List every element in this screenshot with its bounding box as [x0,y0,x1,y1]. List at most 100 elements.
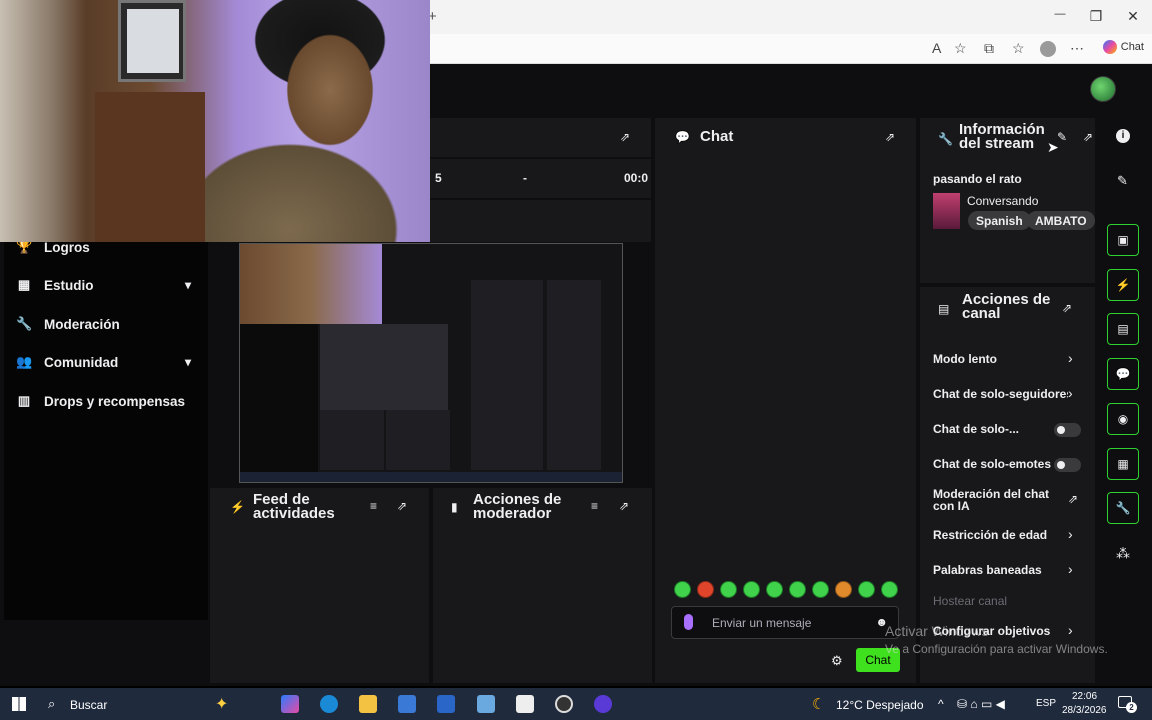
action-banned-words[interactable]: Palabras baneadas [933,563,1042,577]
tray-icons[interactable]: ⛁ ⌂ ▭ ◀ [957,697,1005,711]
studio-icon: ▦ [17,277,31,292]
action-slow-mode[interactable]: Modo lento [933,352,997,366]
app2-icon[interactable] [594,695,612,713]
wrench-icon: 🔧 [16,316,33,331]
tag-spanish[interactable]: Spanish [968,211,1031,230]
subs-only-toggle[interactable] [1054,423,1081,437]
emote-icon[interactable] [743,581,760,598]
emote-icon[interactable] [812,581,829,598]
background-dresser [95,92,205,242]
profile-icon[interactable] [1040,41,1056,57]
chat-bubble-icon: 💬 [675,130,690,144]
emote-icon[interactable] [720,581,737,598]
clock-date[interactable]: 28/3/2026 [1062,705,1107,716]
chevron-right-icon[interactable]: › [1068,561,1073,577]
rail-broadcast-icon[interactable]: ◉ [1107,403,1139,435]
community-icon: 👥 [16,354,33,369]
chevron-down-icon: ▾ [184,278,191,292]
rail-channel-icon[interactable]: ▦ [1107,448,1139,480]
sidebar-item-estudio[interactable]: ▦ Estudio ▾ [16,277,191,293]
popout-icon[interactable]: ⇗ [1062,301,1072,315]
app-icon[interactable] [477,695,495,713]
action-emotes-only[interactable]: Chat de solo-emotes [933,457,1051,471]
rail-bolt-icon[interactable]: ⚡ [1107,269,1139,301]
stream-preview[interactable] [239,243,623,483]
action-host-channel[interactable]: Hostear canal [933,594,1007,608]
filter-icon[interactable]: ≡ [591,499,598,513]
action-followers-only[interactable]: Chat de solo-seguidores [933,387,1068,401]
popout-icon[interactable]: ⇗ [620,130,630,144]
rail-notes-icon[interactable]: ▤ [1107,313,1139,345]
emote-icon[interactable] [858,581,875,598]
chevron-right-icon[interactable]: › [1068,526,1073,542]
stream-info-title: Información del stream [959,121,1045,152]
action-ai-moderation[interactable]: Moderación del chat con IA [933,488,1053,512]
copilot-button[interactable]: Chat [1102,40,1144,54]
emote-icon[interactable] [697,581,714,598]
search-icon[interactable]: ⌕ [48,696,55,712]
emote-icon[interactable] [789,581,806,598]
external-link-icon[interactable]: ⇗ [1068,492,1078,506]
action-subs-only[interactable]: Chat de solo-... [933,422,1019,436]
chevron-right-icon[interactable]: › [1068,622,1073,638]
file-explorer-icon[interactable] [359,695,377,713]
outlook-icon[interactable] [437,695,455,713]
popout-icon[interactable]: ⇗ [619,499,629,513]
language-indicator[interactable]: ESP [1036,698,1056,709]
pencil-icon[interactable]: ✎ [1117,173,1128,189]
extensions-icon[interactable]: ⧉ [984,40,994,57]
rail-chat-icon[interactable]: 💬 [1107,358,1139,390]
maximize-button[interactable]: ❐ [1086,8,1106,25]
chat-input[interactable]: Enviar un mensaje ☻ [671,606,899,639]
stream-info-panel: 🔧 Información del stream ✎ ⇗ pasando el … [920,118,1095,283]
sidebar-item-comunidad[interactable]: 👥 Comunidad ▾ [16,354,191,370]
minimize-button[interactable]: — [1050,8,1070,20]
tag-ambato[interactable]: AMBATO [1027,211,1095,230]
action-age-restriction[interactable]: Restricción de edad [933,528,1047,542]
rail-wrench-icon[interactable]: 🔧 [1107,492,1139,524]
chat-input-placeholder: Enviar un mensaje [712,616,812,630]
emote-icon[interactable] [674,581,691,598]
sidebar-item-label: Estudio [44,277,94,293]
more-menu-icon[interactable]: ⋯ [1070,40,1084,57]
favorites-icon[interactable]: ☆ [1012,40,1025,57]
activity-feed-title: Feed de actividades [253,491,335,522]
stats-header-panel: ⇗ [430,118,651,157]
webcam-overlay [0,0,430,242]
edge-icon[interactable] [320,695,338,713]
info-icon[interactable]: i [1116,129,1130,143]
clock-time[interactable]: 22:06 [1072,691,1097,702]
weather-text[interactable]: 12°C Despejado [836,698,924,712]
chevron-right-icon[interactable]: › [1068,350,1073,366]
popout-icon[interactable]: ⇗ [885,130,895,144]
emote-icon[interactable] [835,581,852,598]
chevron-right-icon[interactable]: › [1068,385,1073,401]
user-avatar[interactable] [1090,76,1116,102]
preview-sidebar [240,324,318,474]
microphone-icon[interactable] [684,614,693,630]
close-button[interactable]: ✕ [1123,8,1143,25]
emote-icon[interactable] [766,581,783,598]
sidebar-item-moderacion[interactable]: 🔧 Moderación [16,316,191,332]
filter-icon[interactable]: ≡ [370,499,377,513]
rail-clip-icon[interactable]: ▣ [1107,224,1139,256]
emotes-only-toggle[interactable] [1054,458,1081,472]
document-icon[interactable] [516,695,534,713]
copilot-app-icon[interactable] [281,695,299,713]
taskbar-search-label[interactable]: Buscar [70,698,107,712]
popout-icon[interactable]: ⇗ [1083,130,1093,144]
chevron-down-icon: ▾ [184,355,191,369]
chevron-up-icon[interactable]: ^ [938,697,944,711]
chat-settings-icon[interactable]: ⚙ [831,653,843,669]
obs-icon[interactable] [555,695,573,713]
sidebar-item-drops[interactable]: ▥ Drops y recompensas [16,393,191,409]
favorite-star-icon[interactable]: ☆ [954,40,967,57]
emote-icon[interactable] [881,581,898,598]
store-icon[interactable] [398,695,416,713]
category-name: Conversando [967,194,1039,208]
rail-extensions-icon[interactable]: ⁂ [1116,545,1130,562]
channel-icon: ▤ [938,302,950,316]
read-aloud-icon[interactable]: A [932,40,941,56]
popout-icon[interactable]: ⇗ [397,499,407,513]
windows-start-icon[interactable] [12,697,26,711]
